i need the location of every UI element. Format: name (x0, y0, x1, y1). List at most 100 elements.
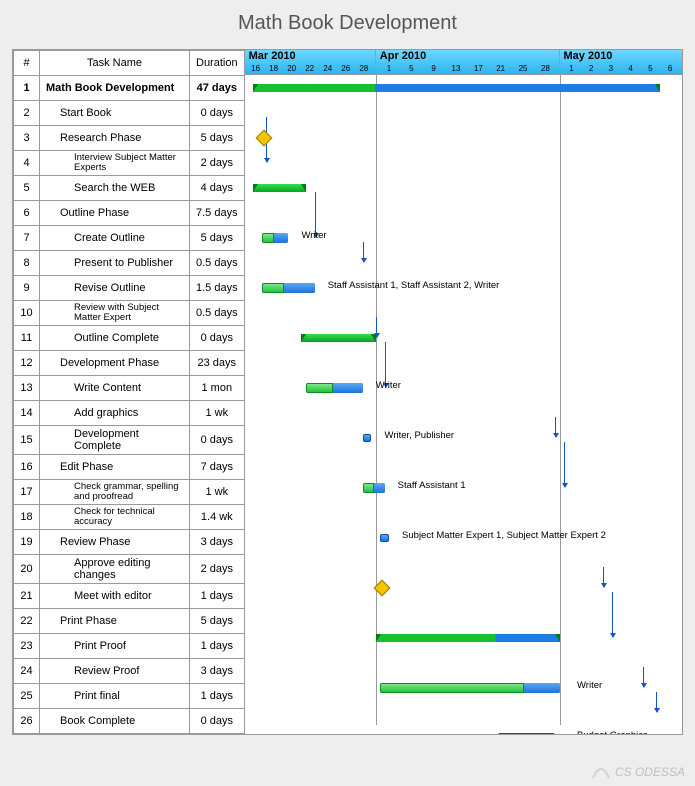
cell-name: Outline Complete (40, 326, 190, 351)
resource-label: Writer (301, 231, 326, 241)
cell-name: Review Phase (40, 530, 190, 555)
table-row: 15Development Complete0 days (14, 426, 245, 455)
col-header-dur: Duration (190, 51, 245, 76)
cell-num: 22 (14, 609, 40, 634)
table-row: 4Interview Subject Matter Experts2 days (14, 151, 245, 176)
gantt-sheet: # Task Name Duration 1Math Book Developm… (12, 49, 683, 735)
cell-num: 6 (14, 201, 40, 226)
resource-label: Staff Assistant 1 (398, 481, 466, 491)
timeline-row: Writer (245, 675, 682, 700)
table-row: 2Start Book0 days (14, 101, 245, 126)
timeline-row (245, 625, 682, 650)
cell-name: Research Phase (40, 126, 190, 151)
table-row: 22Print Phase5 days (14, 609, 245, 634)
col-header-num: # (14, 51, 40, 76)
month-may: May 2010 123456 (560, 50, 682, 74)
cell-num: 26 (14, 709, 40, 734)
cell-name: Start Book (40, 101, 190, 126)
cell-num: 20 (14, 555, 40, 584)
cell-name: Approve editing changes (40, 555, 190, 584)
resource-label: Writer (577, 681, 602, 691)
cell-dur: 2 days (190, 151, 245, 176)
cell-num: 8 (14, 251, 40, 276)
cell-dur: 1 wk (190, 401, 245, 426)
cell-dur: 5 days (190, 226, 245, 251)
cell-num: 5 (14, 176, 40, 201)
table-row: 3Research Phase5 days (14, 126, 245, 151)
table-row: 21Meet with editor1 days (14, 584, 245, 609)
cell-name: Review Proof (40, 659, 190, 684)
gantt-bar (363, 483, 385, 493)
cell-dur: 0 days (190, 101, 245, 126)
table-row: 11Outline Complete0 days (14, 326, 245, 351)
table-header-row: # Task Name Duration (14, 51, 245, 76)
cell-num: 14 (14, 401, 40, 426)
resource-label: Writer, Publisher (385, 431, 455, 441)
month-apr: Apr 2010 1591317212528 (376, 50, 560, 74)
cell-dur: 1 days (190, 584, 245, 609)
cell-dur: 3 days (190, 530, 245, 555)
cell-num: 3 (14, 126, 40, 151)
cell-name: Development Complete (40, 426, 190, 455)
table-row: 26Book Complete0 days (14, 709, 245, 734)
cell-num: 2 (14, 101, 40, 126)
table-row: 14Add graphics1 wk (14, 401, 245, 426)
table-row: 20Approve editing changes2 days (14, 555, 245, 584)
cell-dur: 1 days (190, 684, 245, 709)
table-row: 24Review Proof3 days (14, 659, 245, 684)
brand-icon (591, 764, 611, 780)
cell-num: 19 (14, 530, 40, 555)
table-row: 19Review Phase3 days (14, 530, 245, 555)
cell-dur: 0 days (190, 426, 245, 455)
cell-name: Add graphics (40, 401, 190, 426)
cell-name: Check for technical accuracy (40, 505, 190, 530)
gantt-bar (363, 434, 372, 442)
cell-dur: 0 days (190, 709, 245, 734)
timeline-row (245, 325, 682, 350)
cell-num: 7 (14, 226, 40, 251)
cell-dur: 1 wk (190, 480, 245, 505)
cell-name: Review with Subject Matter Expert (40, 301, 190, 326)
cell-dur: 1.5 days (190, 276, 245, 301)
cell-name: Present to Publisher (40, 251, 190, 276)
cell-name: Search the WEB (40, 176, 190, 201)
gantt-bar (306, 383, 363, 393)
table-row: 13Write Content1 mon (14, 376, 245, 401)
gantt-bar (301, 334, 375, 342)
table-row: 25Print final1 days (14, 684, 245, 709)
table-row: 23Print Proof1 days (14, 634, 245, 659)
timeline-row (245, 175, 682, 200)
timeline-row: Staff Assistant 1, Staff Assistant 2, Wr… (245, 275, 682, 300)
gantt-bar (253, 84, 660, 92)
cell-dur: 7 days (190, 455, 245, 480)
resource-label: Subject Matter Expert 1, Subject Matter … (402, 531, 606, 541)
cell-num: 16 (14, 455, 40, 480)
gantt-bar (262, 233, 288, 243)
gantt-bar (380, 534, 389, 542)
gantt-bar (253, 184, 305, 192)
cell-num: 24 (14, 659, 40, 684)
cell-num: 9 (14, 276, 40, 301)
table-row: 5Search the WEB4 days (14, 176, 245, 201)
cell-num: 4 (14, 151, 40, 176)
cell-name: Edit Phase (40, 455, 190, 480)
cell-name: Development Phase (40, 351, 190, 376)
timeline-row: Budget Graphics (245, 725, 682, 734)
timeline-row (245, 75, 682, 100)
timeline: Mar 2010 16182022242628 Apr 2010 1591317… (245, 50, 682, 734)
cell-num: 12 (14, 351, 40, 376)
cell-dur: 0 days (190, 326, 245, 351)
cell-dur: 4 days (190, 176, 245, 201)
gantt-bar (498, 733, 555, 734)
cell-name: Book Complete (40, 709, 190, 734)
cell-name: Interview Subject Matter Experts (40, 151, 190, 176)
cell-name: Print Phase (40, 609, 190, 634)
col-header-name: Task Name (40, 51, 190, 76)
milestone-icon (255, 130, 272, 147)
gantt-bar (380, 683, 559, 693)
cell-num: 18 (14, 505, 40, 530)
cell-name: Math Book Development (40, 76, 190, 101)
cell-dur: 23 days (190, 351, 245, 376)
page: Math Book Development # Task Name Durati… (0, 0, 695, 786)
timeline-body: Writer Staff Assistant 1, Staff Assistant… (245, 75, 682, 725)
